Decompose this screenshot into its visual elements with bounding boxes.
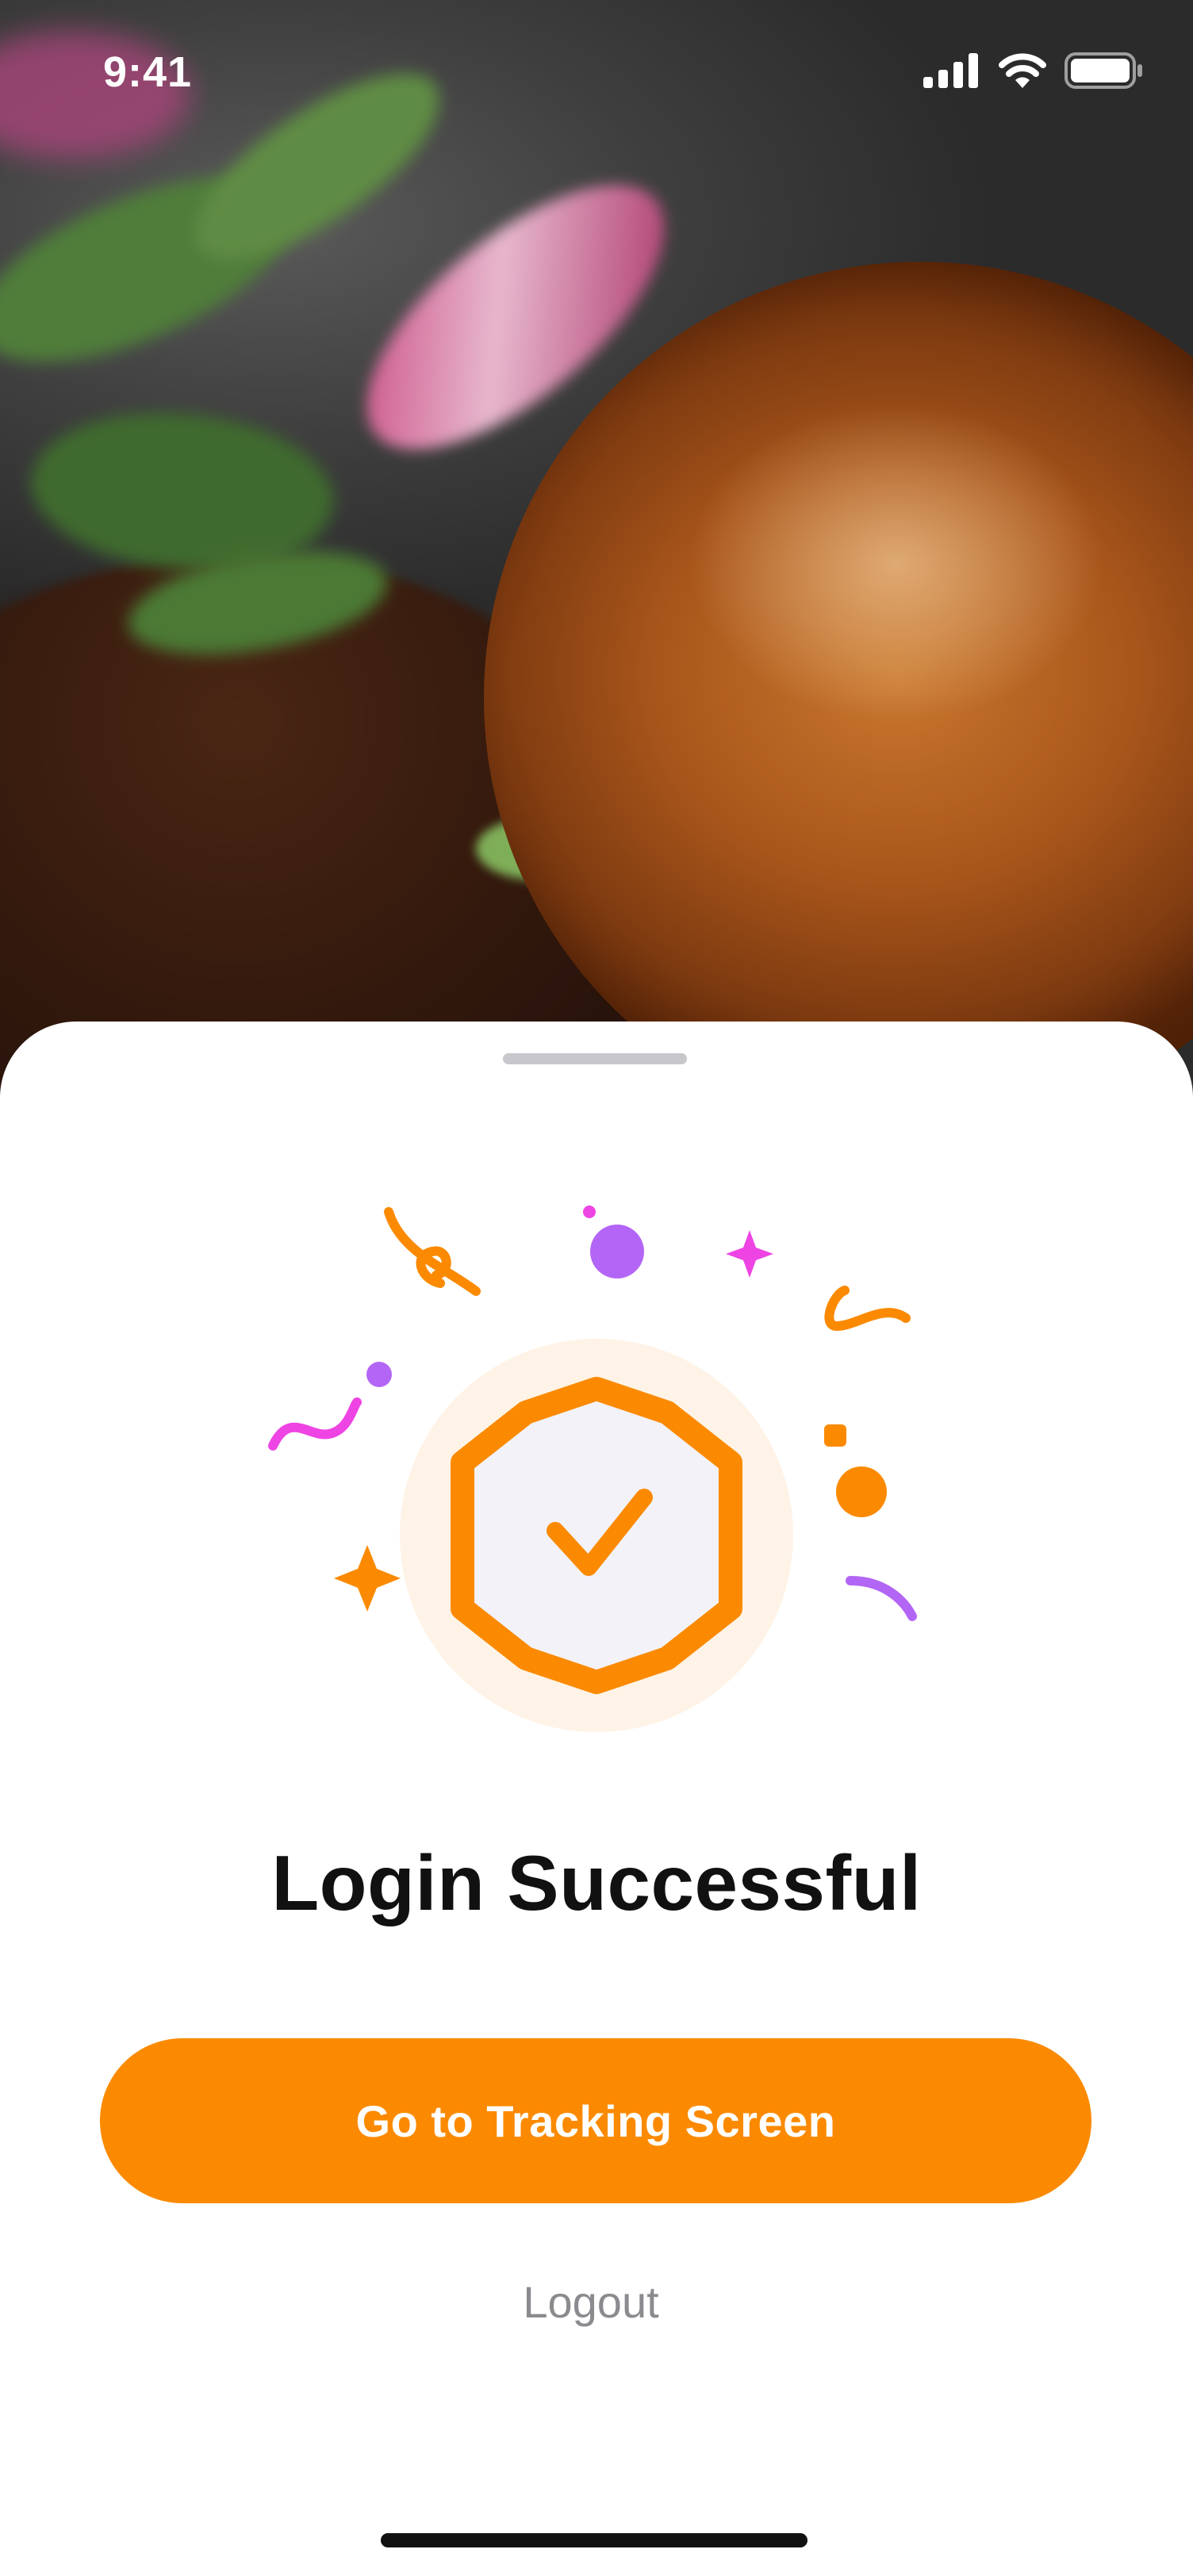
magenta-wave <box>268 1397 362 1451</box>
magenta-sparkle-icon <box>726 1230 773 1278</box>
orange-squiggle-loop <box>384 1207 481 1296</box>
page-title: Login Successful <box>271 1839 922 1926</box>
success-illustration <box>238 1180 952 1735</box>
bottom-sheet: Login Successful Go to Tracking Screen L… <box>0 1022 1193 2576</box>
status-bar: 9:41 <box>0 0 1193 151</box>
orange-s-squiggle <box>824 1286 911 1332</box>
status-time: 9:41 <box>103 48 193 96</box>
status-icons <box>923 52 1144 93</box>
small-magenta-dot <box>583 1206 596 1218</box>
hero-food-image <box>0 0 1193 1134</box>
cellular-signal-icon <box>923 53 980 92</box>
logout-link[interactable]: Logout <box>0 2276 1182 2328</box>
go-to-tracking-button[interactable]: Go to Tracking Screen <box>100 2038 1091 2203</box>
purple-arc <box>846 1576 917 1621</box>
small-purple-dot <box>366 1362 392 1387</box>
purple-dot <box>590 1225 644 1278</box>
orange-dot <box>836 1466 887 1517</box>
login-success-screen: 9:41 Login Successful Go to Tracking Scr… <box>0 0 1193 2576</box>
orange-square <box>824 1424 846 1447</box>
battery-icon <box>1064 52 1144 93</box>
orange-sparkle-icon <box>334 1545 401 1612</box>
wifi-icon <box>998 53 1047 92</box>
check-badge-icon <box>451 1377 742 1694</box>
confetti-illustration <box>268 1206 917 1732</box>
home-indicator[interactable] <box>381 2533 807 2547</box>
sheet-grabber-handle[interactable] <box>503 1053 687 1064</box>
